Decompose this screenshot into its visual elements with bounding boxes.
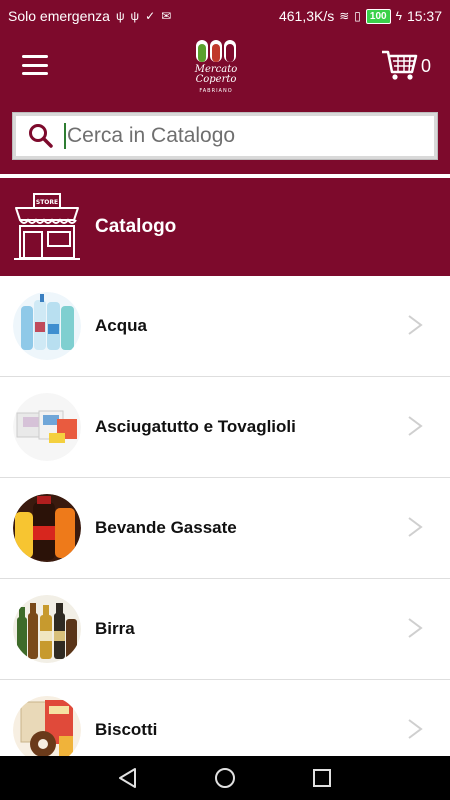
network-speed: 461,3K/s bbox=[278, 8, 335, 24]
menu-icon-bar bbox=[22, 63, 48, 67]
cart-count: 0 bbox=[421, 56, 432, 76]
search-input[interactable] bbox=[67, 124, 407, 148]
search-icon bbox=[29, 124, 53, 148]
beer-bottles-icon bbox=[13, 595, 81, 663]
store-sign-text: STORE bbox=[36, 199, 58, 206]
paper-towels-icon bbox=[13, 393, 81, 461]
category-label: Birra bbox=[95, 619, 135, 638]
category-label: Bevande Gassate bbox=[95, 518, 237, 537]
battery-icon: 100 bbox=[365, 8, 391, 24]
category-label: Acqua bbox=[95, 316, 147, 335]
wifi-icon: ≋ bbox=[339, 9, 350, 23]
mail-icon: ✉ bbox=[161, 9, 172, 23]
store-icon: STORE bbox=[14, 193, 80, 260]
charging-icon: ϟ bbox=[395, 9, 402, 23]
menu-icon-bar bbox=[22, 72, 48, 75]
category-item-acqua[interactable]: Acqua bbox=[0, 276, 450, 377]
logo-sub: FABRIANO bbox=[199, 88, 232, 94]
back-icon[interactable] bbox=[116, 766, 140, 790]
chevron-right-icon bbox=[408, 719, 423, 739]
usb-debug-icon: ψ bbox=[130, 9, 140, 23]
text-caret bbox=[64, 123, 66, 149]
category-item-bevande-gassate[interactable]: Bevande Gassate bbox=[0, 478, 450, 579]
menu-icon-bar bbox=[22, 55, 48, 58]
status-left: Solo emergenza ψ ψ ✓ ✉ bbox=[8, 8, 171, 24]
mercato-coperto-logo: Mercato Coperto FABRIANO bbox=[194, 40, 237, 94]
status-right: 461,3K/s ≋ ▯ 100 ϟ 15:37 bbox=[279, 8, 442, 24]
recents-icon[interactable] bbox=[310, 766, 334, 790]
system-nav-bar bbox=[0, 756, 450, 800]
cart-icon[interactable] bbox=[380, 46, 420, 82]
chevron-right-icon bbox=[408, 315, 423, 335]
chevron-right-icon bbox=[408, 517, 423, 537]
search-box[interactable] bbox=[12, 112, 438, 160]
soda-bottles-icon bbox=[13, 494, 81, 562]
category-item-birra[interactable]: Birra bbox=[0, 579, 450, 680]
logo-line2: Coperto bbox=[196, 74, 237, 85]
catalog-header: STORE Catalogo bbox=[0, 178, 450, 276]
catalog-title: Catalogo bbox=[95, 216, 177, 237]
category-label: Asciugatutto e Tovaglioli bbox=[95, 417, 296, 436]
home-icon[interactable] bbox=[213, 766, 237, 790]
search-inner bbox=[16, 116, 434, 156]
clock: 15:37 bbox=[406, 8, 442, 24]
usb-icon: ψ bbox=[115, 9, 125, 23]
sim-alert-icon: ▯ bbox=[354, 9, 361, 23]
category-item-biscotti[interactable]: Biscotti bbox=[0, 680, 450, 756]
category-list: Acqua Asciugatutto e Tovaglioli Bevande … bbox=[0, 276, 450, 756]
menu-button[interactable] bbox=[20, 52, 50, 78]
category-label: Biscotti bbox=[95, 720, 158, 739]
chevron-right-icon bbox=[408, 618, 423, 638]
category-item-asciugatutto[interactable]: Asciugatutto e Tovaglioli bbox=[0, 377, 450, 478]
app-header: Mercato Coperto FABRIANO 0 bbox=[0, 32, 450, 100]
search-area bbox=[0, 100, 450, 174]
chevron-right-icon bbox=[408, 416, 423, 436]
status-bar: Solo emergenza ψ ψ ✓ ✉ 461,3K/s ≋ ▯ 100 … bbox=[0, 0, 450, 32]
water-bottles-icon bbox=[13, 292, 81, 360]
biscuits-icon bbox=[13, 696, 81, 756]
download-done-icon: ✓ bbox=[145, 9, 156, 23]
carrier-text: Solo emergenza bbox=[8, 8, 110, 24]
